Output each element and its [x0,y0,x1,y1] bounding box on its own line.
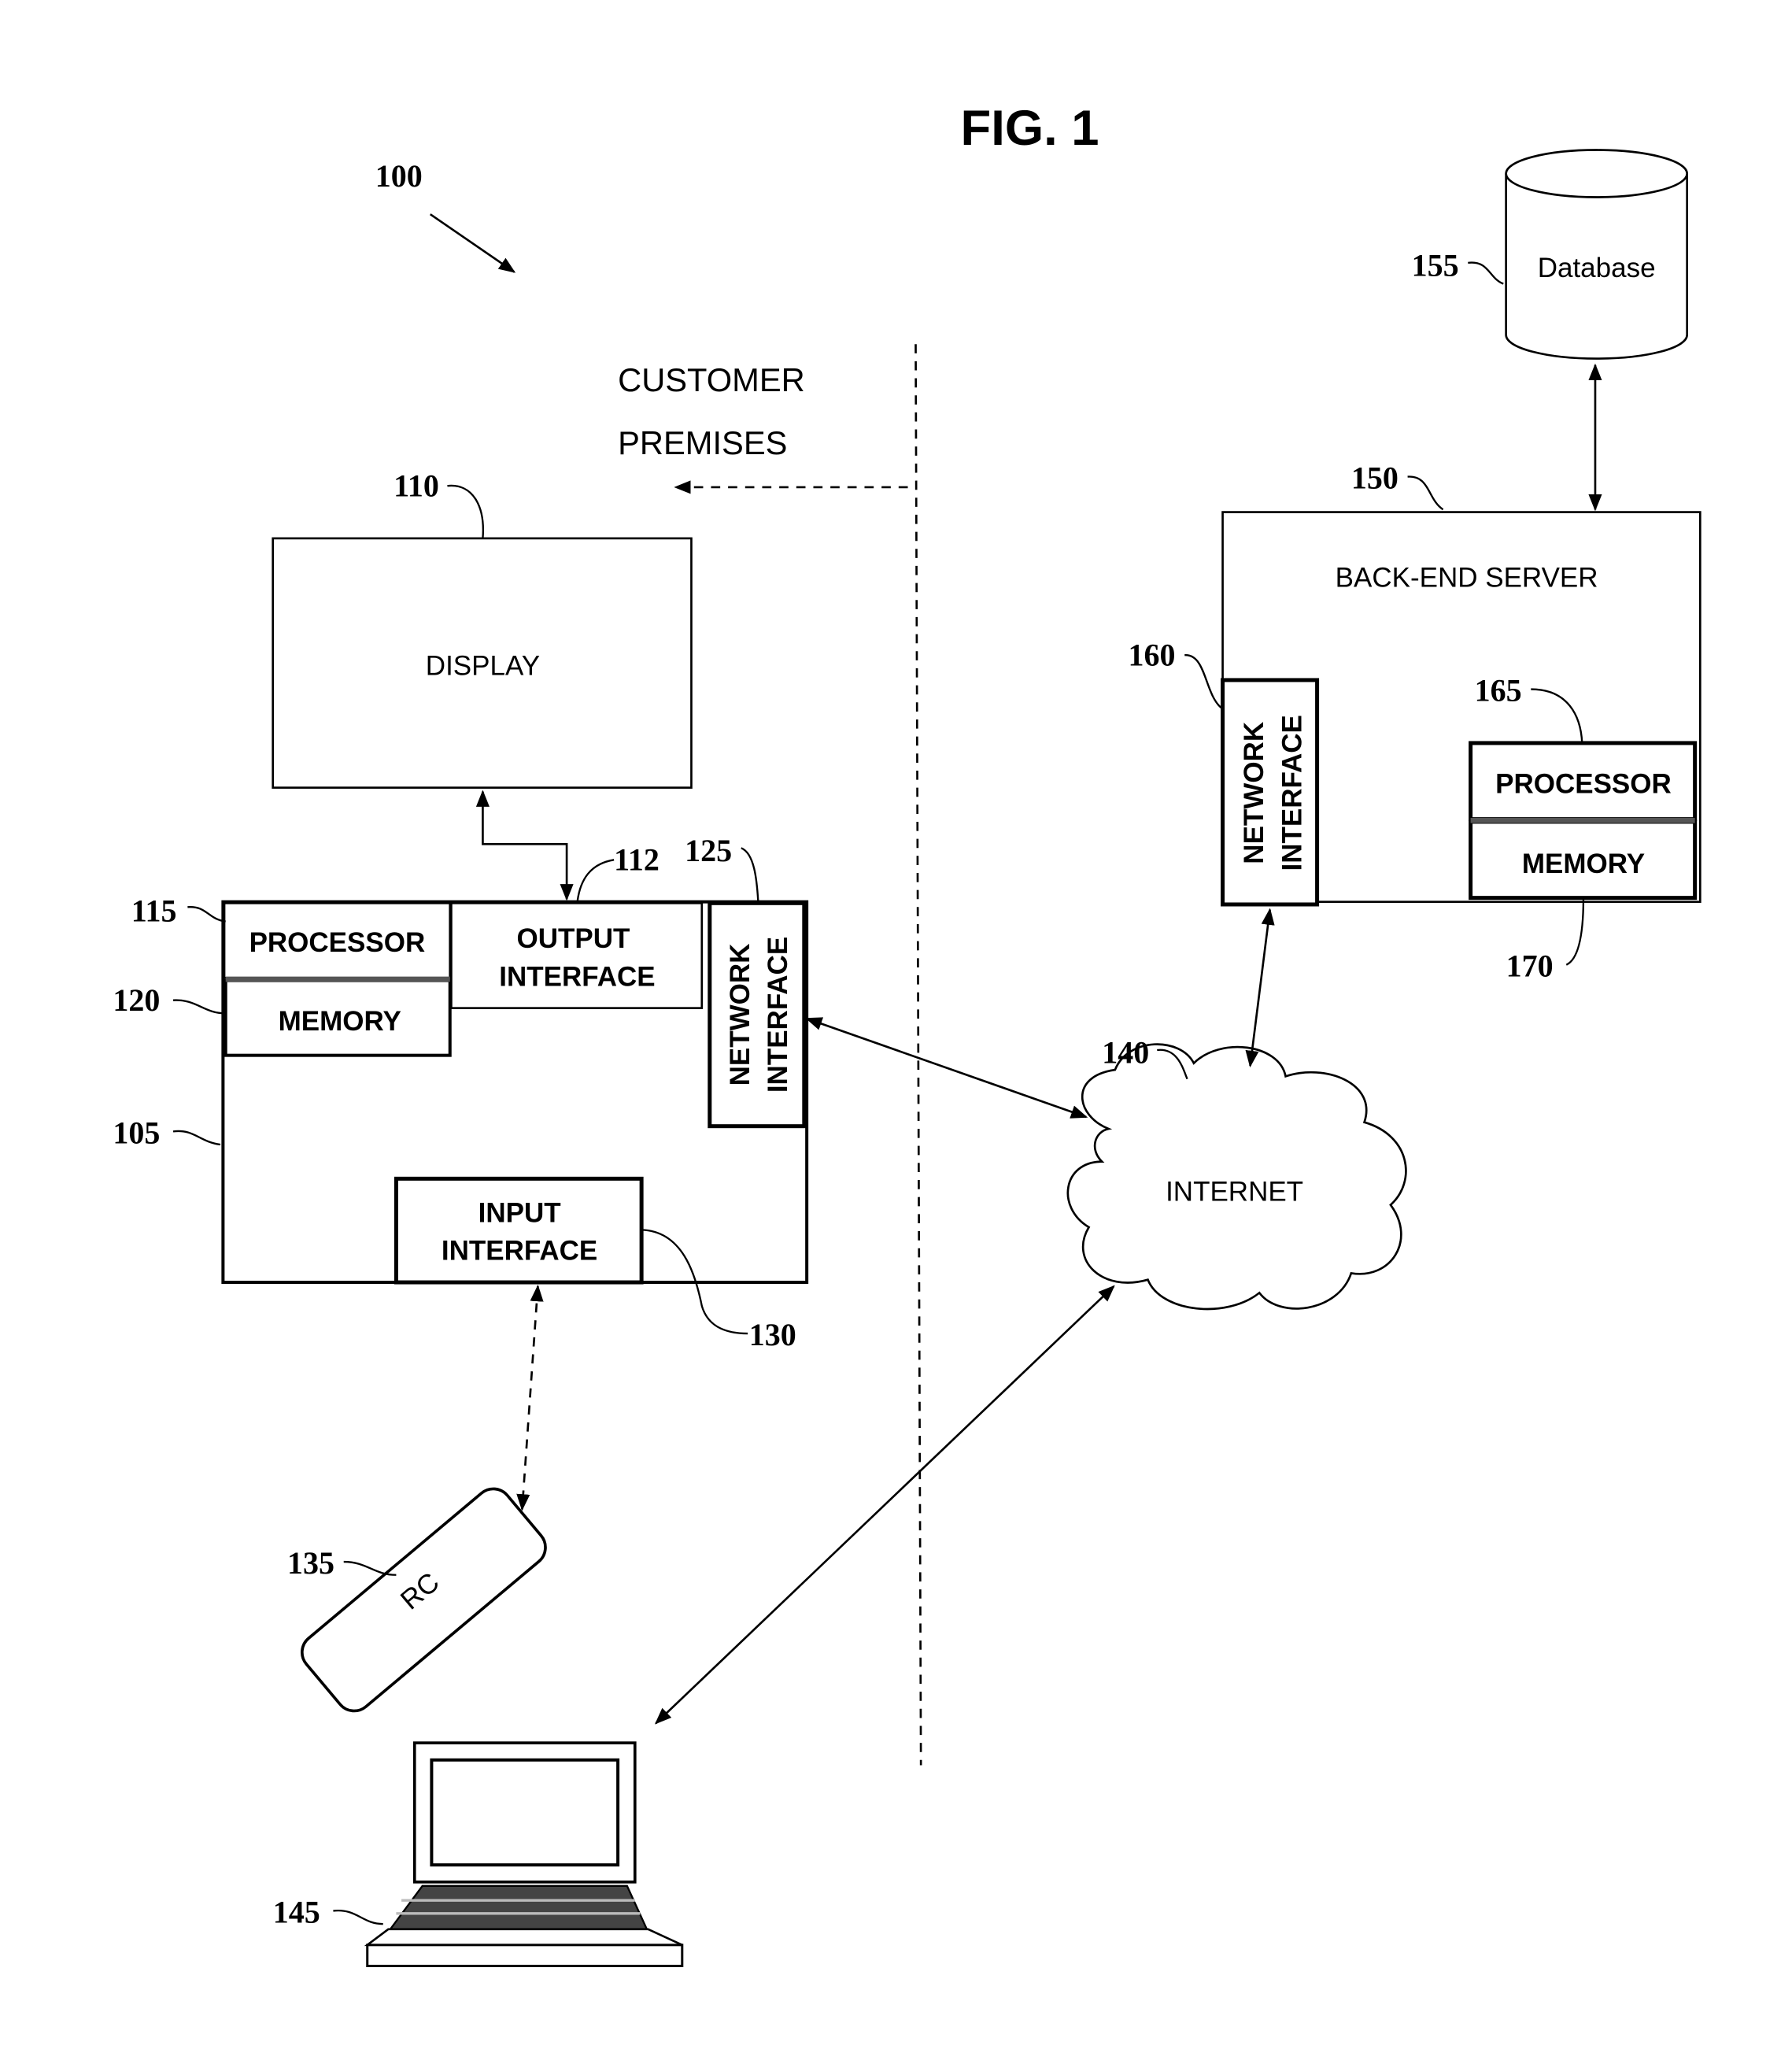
customer-device-box: PROCESSOR MEMORY OUTPUT INTERFACE NETWOR… [221,900,809,1285]
device-internet-link [805,1017,1088,1119]
ref-170: 170 [1506,949,1554,984]
patent-figure: FIG. 1 100 CUSTOMER PREMISES DISPLAY 110… [113,101,1701,1968]
ref-155: 155 [1412,248,1459,283]
figure-title: FIG. 1 [961,101,1099,156]
ref-170-leader [1565,897,1585,966]
input-interface-label-1: INPUT [478,1197,561,1228]
ref-120-leader [172,999,226,1015]
network-interface-label-2: INTERFACE [763,937,793,1093]
ref-110-leader [447,484,485,539]
input-interface-label-2: INTERFACE [442,1236,597,1267]
ref-115: 115 [131,893,177,929]
network-interface-label-1: NETWORK [725,944,756,1086]
database-icon: Database [1505,149,1688,360]
ref-145-leader [333,1910,383,1925]
ref-120: 120 [113,982,160,1018]
region-label-premises: PREMISES [618,424,787,461]
ref-105-leader [172,1130,221,1146]
ref-155-leader [1468,261,1504,285]
rc-input-link [516,1284,544,1511]
server-memory-label: MEMORY [1522,849,1645,879]
ref-115-leader [187,906,226,923]
laptop-internet-link [654,1285,1115,1725]
ref-110: 110 [394,468,439,504]
premises-boundary [914,344,922,1766]
memory-label: MEMORY [279,1006,401,1037]
region-label-customer: CUSTOMER [618,361,805,398]
input-interface-box [394,1176,644,1285]
back-end-server-box: BACK-END SERVER NETWORK INTERFACE PROCES… [1221,511,1701,907]
ref-135: 135 [287,1545,334,1581]
ref-165: 165 [1475,673,1522,708]
ref-100: 100 [375,158,423,194]
internet-label: INTERNET [1166,1177,1303,1208]
ref-150: 150 [1351,460,1398,496]
output-interface-label-1: OUTPUT [516,923,630,954]
ref-145: 145 [273,1895,320,1930]
display-box: DISPLAY [272,537,693,789]
output-interface-box [450,901,704,1009]
ref-105: 105 [113,1115,160,1150]
display-label: DISPLAY [426,650,540,681]
internet-server-link [1245,908,1275,1068]
ref-160: 160 [1129,638,1176,673]
ref-125: 125 [685,833,732,868]
output-interface-label-2: INTERFACE [499,961,655,992]
ref-160-leader [1184,654,1224,710]
system-pointer-arrow [429,213,516,273]
ref-130: 130 [749,1317,796,1352]
ref-150-leader [1407,475,1444,511]
database-label: Database [1538,253,1656,283]
display-output-connector [475,790,574,901]
ref-112: 112 [614,842,660,878]
remote-control: RC [300,1487,547,1713]
server-label: BACK-END SERVER [1336,563,1598,594]
processor-label: PROCESSOR [249,927,426,958]
laptop-icon [364,1741,684,1968]
server-network-interface-label-2: INTERFACE [1277,715,1308,871]
ref-112-leader [576,859,615,904]
ref-125-leader [741,847,759,904]
ref-140: 140 [1102,1035,1149,1071]
server-processor-label: PROCESSOR [1495,768,1672,799]
server-network-interface-label-1: NETWORK [1239,722,1269,864]
internet-cloud: INTERNET [1066,1043,1407,1311]
